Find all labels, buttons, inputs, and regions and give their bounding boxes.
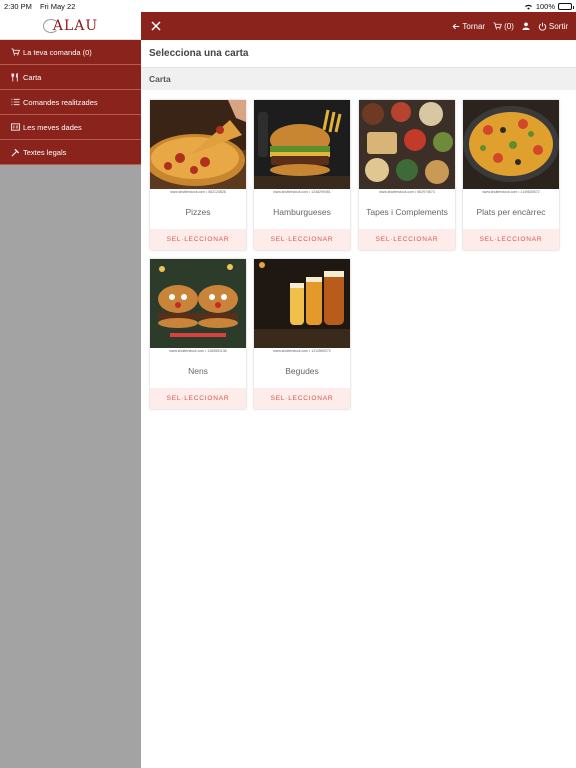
paella-image xyxy=(463,100,559,189)
back-label: Tornar xyxy=(462,21,486,31)
arrow-left-icon xyxy=(452,23,460,29)
menu-card-begudes[interactable]: www.shutterstock.com • 1212869272 Begude… xyxy=(254,259,350,409)
card-title: Pizzes xyxy=(185,206,211,217)
power-icon xyxy=(538,22,547,31)
select-button[interactable]: SEL·LECCIONAR xyxy=(463,229,559,250)
sidebar-item-label: Textes legals xyxy=(23,147,67,157)
sidebar-item-label: La teva comanda (0) xyxy=(23,47,92,57)
header-cart-button[interactable]: (0) xyxy=(493,22,514,31)
id-card-icon xyxy=(11,123,20,131)
cart-icon xyxy=(11,48,20,56)
sidebar-item-label: Les meves dades xyxy=(23,122,82,132)
sidebar-item-label: Comandes realitzades xyxy=(23,97,98,107)
cutlery-icon xyxy=(11,72,20,82)
status-time: 2:30 PM xyxy=(4,1,32,11)
section-header: Carta xyxy=(141,67,576,90)
card-title: Plats per encàrrec xyxy=(476,206,546,217)
logout-label: Sortir xyxy=(548,21,568,31)
card-title: Hamburgueses xyxy=(273,206,331,217)
list-icon xyxy=(11,98,20,106)
main-content: Tornar (0) Sortir Selecciona una carta C… xyxy=(141,12,576,768)
battery-icon xyxy=(558,2,574,10)
gavel-icon xyxy=(11,148,20,157)
menu-card-tapes[interactable]: www.shutterstock.com • 662974573 Tapes i… xyxy=(359,100,455,250)
logo-area: ALAU xyxy=(0,12,141,40)
pizza-image xyxy=(150,100,246,189)
logo-text: ALAU xyxy=(52,17,99,34)
select-button[interactable]: SEL·LECCIONAR xyxy=(359,229,455,250)
sidebar-item-menu[interactable]: Carta xyxy=(0,65,141,90)
page-title: Selecciona una carta xyxy=(149,48,249,59)
select-button[interactable]: SEL·LECCIONAR xyxy=(254,229,350,250)
beer-image xyxy=(254,259,350,348)
menu-card-nens[interactable]: www.shutterstock.com • 1265551136 Nens S… xyxy=(150,259,246,409)
cart-count: (0) xyxy=(504,21,514,31)
sidebar: ALAU La teva comanda (0) Carta Comandes … xyxy=(0,12,141,768)
user-button[interactable] xyxy=(522,22,530,30)
tapas-image xyxy=(359,100,455,189)
cart-icon xyxy=(493,22,502,30)
menu-card-pizzes[interactable]: www.shutterstock.com • 562124826 Pizzes … xyxy=(150,100,246,250)
status-right: 100% xyxy=(524,1,574,11)
sidebar-item-orders-placed[interactable]: Comandes realitzades xyxy=(0,90,141,115)
status-date: Fri May 22 xyxy=(39,1,76,11)
back-button[interactable]: Tornar xyxy=(452,22,485,31)
card-title: Nens xyxy=(188,365,208,376)
close-icon xyxy=(151,21,161,31)
user-icon xyxy=(522,22,530,30)
top-bar: Tornar (0) Sortir xyxy=(141,12,576,40)
select-button[interactable]: SEL·LECCIONAR xyxy=(254,388,350,409)
battery-percent: 100% xyxy=(535,1,555,11)
sidebar-item-label: Carta xyxy=(23,72,42,82)
select-button[interactable]: SEL·LECCIONAR xyxy=(150,229,246,250)
menu-card-plats[interactable]: www.shutterstock.com • 1149830672 Plats … xyxy=(463,100,559,250)
card-title: Tapes i Complements xyxy=(366,206,448,217)
card-title: Begudes xyxy=(285,365,319,376)
logout-button[interactable]: Sortir xyxy=(538,22,568,31)
sidebar-item-order[interactable]: La teva comanda (0) xyxy=(0,40,141,65)
wifi-icon xyxy=(524,4,532,10)
kids-burger-image xyxy=(150,259,246,348)
sidebar-item-my-data[interactable]: Les meves dades xyxy=(0,115,141,140)
top-actions: Tornar (0) Sortir xyxy=(452,22,568,31)
close-menu-button[interactable] xyxy=(149,19,163,33)
select-button[interactable]: SEL·LECCIONAR xyxy=(150,388,246,409)
status-bar: 2:30 PM Fri May 22 100% xyxy=(0,0,576,12)
menu-card-hamburgueses[interactable]: www.shutterstock.com • 1248299461 Hambur… xyxy=(254,100,350,250)
brand-logo: ALAU xyxy=(42,17,99,34)
sidebar-item-legal[interactable]: Textes legals xyxy=(0,140,141,165)
burger-image xyxy=(254,100,350,189)
